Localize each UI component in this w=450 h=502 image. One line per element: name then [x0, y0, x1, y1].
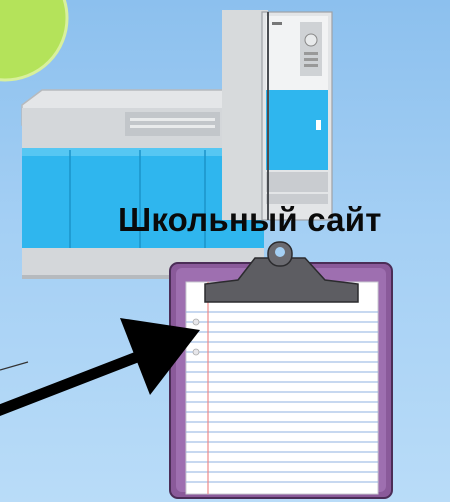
green-circle-decoration [0, 0, 69, 82]
caption-school-site: Школьный сайт [118, 201, 382, 238]
illustration [0, 0, 393, 499]
clipboard-icon [169, 241, 393, 499]
